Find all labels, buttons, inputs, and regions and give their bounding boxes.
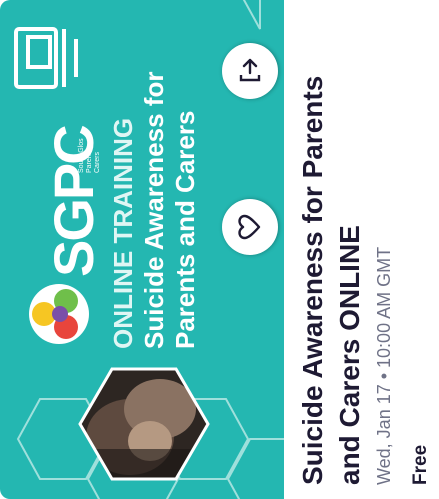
logo-emblem-icon [29, 284, 89, 344]
event-date: Wed, Jan 17 • 10:00 AM GMT [374, 246, 394, 485]
event-card[interactable]: SGPC South Glos Parent Carers ONLINE TRA… [0, 0, 439, 499]
logo-subtitle: South Glos Parent Carers [78, 138, 101, 173]
share-button[interactable] [222, 43, 278, 99]
event-banner-image[interactable]: SGPC South Glos Parent Carers ONLINE TRA… [0, 0, 284, 499]
event-price: Free [410, 444, 431, 485]
event-details: Suicide Awareness for Parents and Carers… [284, 0, 439, 499]
promo-title: Suicide Awareness for Parents and Carers [139, 71, 200, 349]
like-button[interactable] [222, 199, 278, 255]
share-icon [239, 58, 261, 82]
promo-text: ONLINE TRAINING Suicide Awareness for Pa… [108, 69, 201, 349]
computer-icon [14, 27, 78, 89]
promo-prefix: ONLINE TRAINING [108, 117, 138, 349]
heart-icon [238, 214, 261, 240]
event-title[interactable]: Suicide Awareness for Parents and Carers… [294, 25, 368, 485]
sgpc-logo: SGPC South Glos Parent Carers [24, 126, 105, 349]
